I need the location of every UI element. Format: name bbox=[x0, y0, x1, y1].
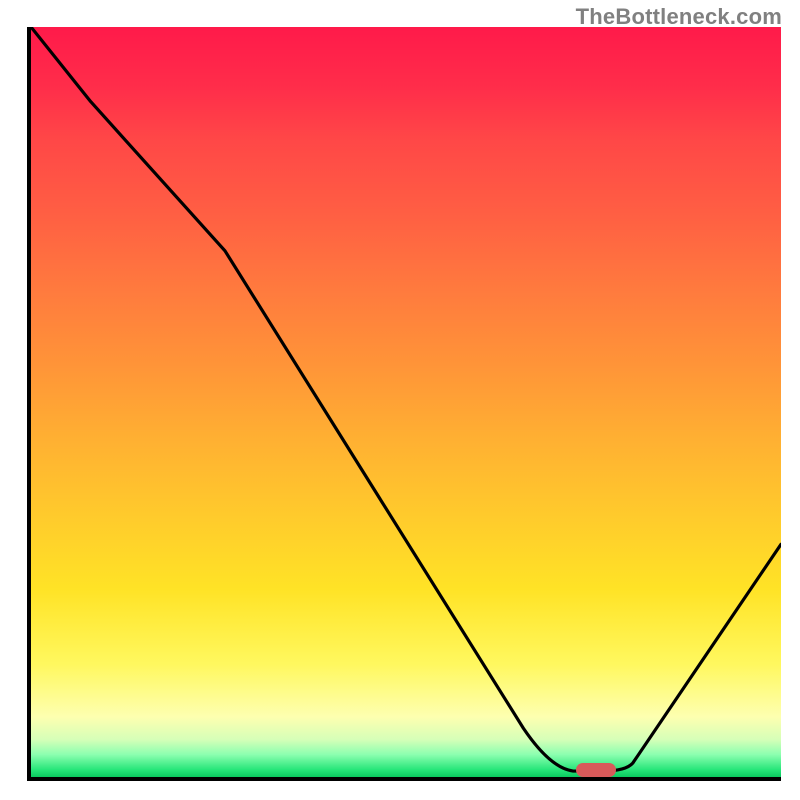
chart-container: TheBottleneck.com bbox=[0, 0, 800, 800]
optimal-range-marker bbox=[576, 763, 616, 777]
curve-layer bbox=[31, 27, 781, 777]
plot-area bbox=[27, 27, 781, 781]
bottleneck-curve bbox=[31, 27, 781, 771]
